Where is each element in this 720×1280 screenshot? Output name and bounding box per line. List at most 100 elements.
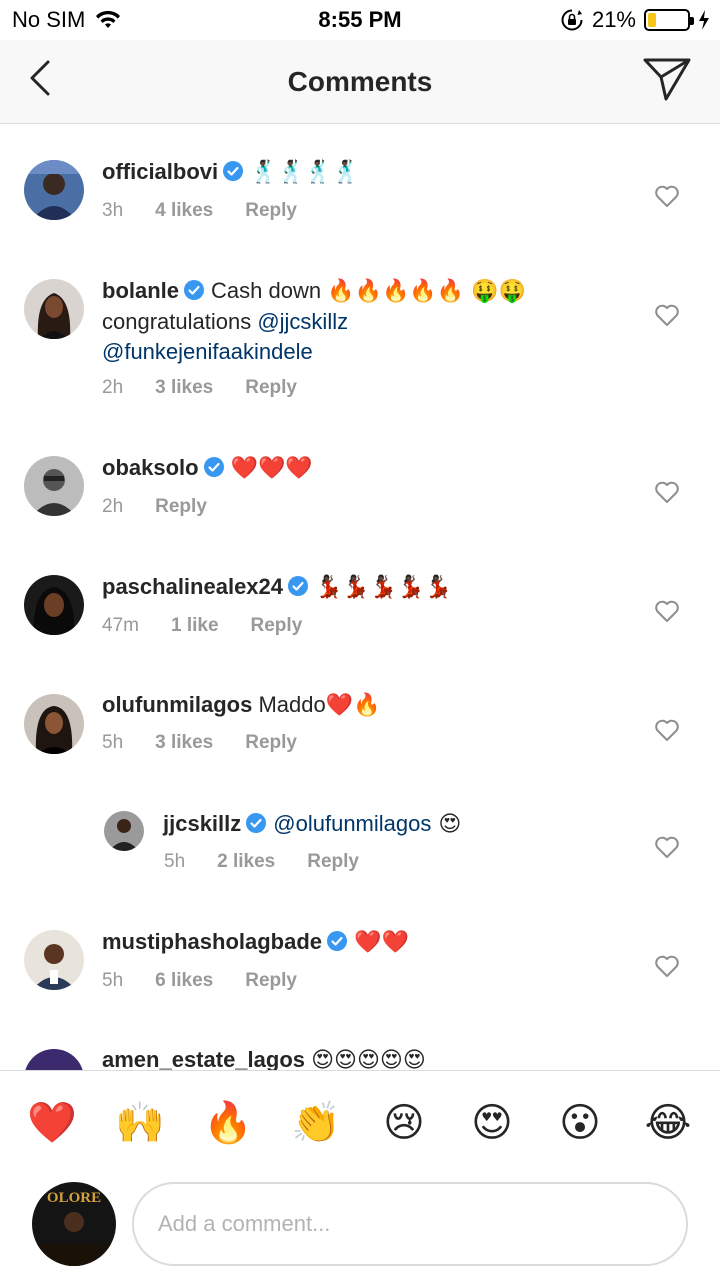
comment-text: jjcskillz @olufunmilagos 😍 (163, 809, 461, 840)
comment-likes[interactable]: 3 likes (155, 377, 213, 399)
avatar[interactable] (24, 575, 84, 635)
comment-text: officialbovi 🕺🏿🕺🏿🕺🏿🕺🏿 (102, 157, 360, 188)
reply-button[interactable]: Reply (307, 851, 359, 873)
comment-username[interactable]: mustiphasholagbade (102, 929, 322, 954)
emoji-surprised-button[interactable]: 😮 (552, 1099, 608, 1147)
comment-username[interactable]: amen_estate_lagos (102, 1047, 305, 1070)
status-bar: No SIM 8:55 PM 21% (0, 0, 720, 40)
emoji-crying-button[interactable]: 😢 (376, 1099, 432, 1147)
battery-fill (648, 13, 656, 27)
comment-message-line2: congratulations (102, 309, 258, 334)
comment-time: 5h (164, 851, 186, 872)
verified-badge-icon (288, 576, 309, 596)
comment-emoji: ❤️🔥 (325, 693, 381, 718)
comment-username[interactable]: obaksolo (102, 455, 199, 480)
comment-likes[interactable]: 4 likes (155, 200, 213, 222)
comment-time: 5h (102, 970, 124, 991)
avatar[interactable] (24, 279, 84, 339)
avatar[interactable] (104, 811, 144, 851)
like-heart-icon[interactable] (654, 835, 680, 859)
mention-link[interactable]: @olufunmilagos (273, 811, 431, 836)
verified-badge-icon (184, 280, 205, 300)
comment-meta: 47m 1 like Reply (102, 615, 302, 637)
comment-emoji: 😍😍😍😍😍 (311, 1048, 426, 1070)
comment-time: 2h (102, 496, 124, 517)
comment-username[interactable]: olufunmilagos (102, 692, 252, 717)
comment-time: 3h (102, 200, 124, 221)
reply-button[interactable]: Reply (155, 496, 207, 518)
verified-badge-icon (327, 931, 348, 951)
emoji-fire-button[interactable]: 🔥 (200, 1099, 256, 1147)
verified-badge-icon (223, 161, 244, 181)
comment-text: obaksolo ❤️❤️❤️ (102, 453, 313, 484)
comment-meta: 5h 6 likes Reply (102, 970, 297, 992)
charging-icon (699, 10, 709, 30)
emoji-heart-eyes-button[interactable]: 😍 (464, 1099, 520, 1147)
comment-time: 5h (102, 732, 124, 753)
comment-time: 47m (102, 615, 139, 636)
reply-button[interactable]: Reply (251, 615, 303, 637)
battery-percent: 21% (591, 7, 636, 32)
comment-emoji: 😍 (431, 812, 462, 837)
like-heart-icon[interactable] (654, 480, 680, 504)
comment-username[interactable]: bolanle (102, 278, 179, 303)
comment-meta: 5h 3 likes Reply (102, 732, 297, 754)
comment-likes[interactable]: 2 likes (217, 851, 275, 873)
comment-username[interactable]: officialbovi (102, 159, 218, 184)
mention-link[interactable]: @jjcskillz (257, 309, 348, 334)
comment-text: amen_estate_lagos 😍😍😍😍😍 (102, 1045, 426, 1070)
nav-bar: Comments (0, 40, 720, 124)
like-heart-icon[interactable] (654, 954, 680, 978)
mention-link[interactable]: @funkejenifaakindele (102, 339, 313, 364)
rotation-lock-icon (561, 9, 583, 31)
comment-emoji: 🕺🏿🕺🏿🕺🏿🕺🏿 (250, 160, 360, 185)
quick-emoji-bar: ❤️ 🙌 🔥 👏 😢 😍 😮 😂 (0, 1070, 720, 1178)
emoji-clap-button[interactable]: 👏 (288, 1099, 344, 1147)
comment-meta: 2h Reply (102, 496, 207, 518)
comment-likes[interactable]: 6 likes (155, 970, 213, 992)
avatar[interactable] (24, 930, 84, 990)
status-right: 21% (560, 7, 710, 33)
comment-username[interactable]: paschalinealex24 (102, 574, 283, 599)
comment-emoji: ❤️❤️ (354, 930, 409, 955)
like-heart-icon[interactable] (654, 599, 680, 623)
comment-message: Maddo (258, 692, 326, 717)
comment-emoji: 💃🏿💃🏿💃🏿💃🏿💃🏿 (315, 575, 452, 600)
like-heart-icon[interactable] (654, 303, 680, 327)
comment-emoji: ❤️❤️❤️ (230, 456, 313, 481)
verified-badge-icon (246, 813, 267, 833)
send-icon[interactable] (642, 56, 692, 102)
reply-button[interactable]: Reply (245, 732, 297, 754)
comment-text: bolanle Cash down 🔥🔥🔥🔥🔥 🤑🤑 congratulation… (102, 276, 642, 367)
reply-button[interactable]: Reply (245, 200, 297, 222)
like-heart-icon[interactable] (654, 718, 680, 742)
reply-button[interactable]: Reply (245, 377, 297, 399)
comment-text: olufunmilagos Maddo❤️🔥 (102, 690, 381, 721)
comment-emoji: 🔥🔥🔥🔥🔥 🤑🤑 (327, 279, 526, 304)
comment-text: mustiphasholagbade ❤️❤️ (102, 927, 409, 958)
comment-message: Cash down (211, 278, 328, 303)
page-title: Comments (287, 66, 433, 97)
verified-badge-icon (203, 457, 224, 477)
emoji-raised-hands-button[interactable]: 🙌 (112, 1099, 168, 1147)
avatar[interactable] (24, 694, 84, 754)
comment-username[interactable]: jjcskillz (163, 811, 241, 836)
avatar[interactable] (24, 456, 84, 516)
comment-composer: OLORE (0, 1178, 720, 1280)
avatar-logo-text: OLORE (47, 1190, 101, 1206)
comment-time: 2h (102, 377, 124, 398)
comment-likes[interactable]: 3 likes (155, 732, 213, 754)
battery-nub (690, 17, 694, 25)
battery-icon (644, 9, 694, 31)
reply-button[interactable]: Reply (245, 970, 297, 992)
comment-likes[interactable]: 1 like (171, 615, 219, 637)
avatar[interactable] (24, 1049, 84, 1070)
emoji-heart-button[interactable]: ❤️ (24, 1099, 80, 1147)
comment-text: paschalinealex24 💃🏿💃🏿💃🏿💃🏿💃🏿 (102, 572, 452, 603)
emoji-laughing-button[interactable]: 😂 (640, 1099, 696, 1147)
my-avatar[interactable]: OLORE (32, 1182, 116, 1266)
comments-list: officialbovi 🕺🏿🕺🏿🕺🏿🕺🏿 3h 4 likes Reply bo… (0, 125, 720, 1070)
comment-input[interactable] (132, 1182, 688, 1266)
avatar[interactable] (24, 160, 84, 220)
like-heart-icon[interactable] (654, 184, 680, 208)
